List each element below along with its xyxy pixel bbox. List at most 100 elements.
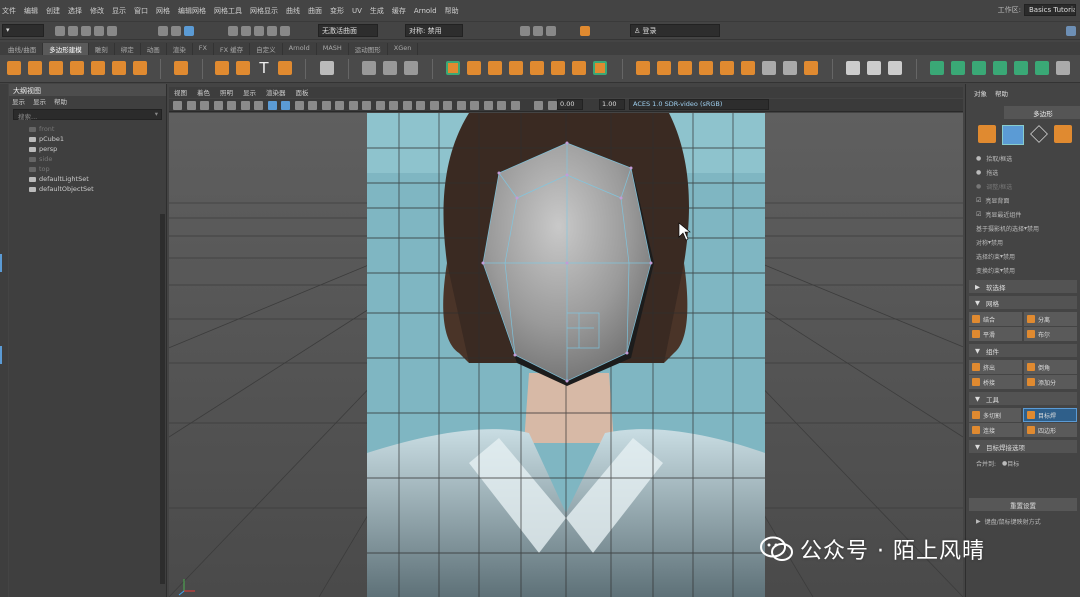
edge-mode-icon[interactable]: [1030, 125, 1048, 143]
wedge-icon[interactable]: [846, 61, 860, 75]
text-icon[interactable]: T: [257, 61, 271, 76]
viewport-tool-icon[interactable]: [348, 101, 358, 110]
mesh-section[interactable]: ▼ 网格: [969, 296, 1077, 309]
viewport-tool-icon[interactable]: [200, 101, 209, 110]
sculpt-icon[interactable]: [362, 61, 376, 75]
face-mode-icon[interactable]: [1054, 125, 1072, 143]
viewport-tool-icon[interactable]: [547, 101, 557, 110]
uv-layout-icon[interactable]: [1056, 61, 1070, 75]
viewport-menu-item[interactable]: 渲染器: [266, 87, 286, 98]
gamma-field[interactable]: 1.00: [599, 99, 625, 110]
mesh-table-icon[interactable]: [320, 61, 334, 75]
outliner-search-input[interactable]: 搜索... ▾: [13, 109, 162, 121]
extrude-icon[interactable]: [636, 61, 650, 75]
multi-cut-button[interactable]: 多切割: [969, 408, 1021, 422]
viewport-tool-icon[interactable]: [375, 101, 385, 110]
uv-cylindrical-icon[interactable]: [951, 61, 965, 75]
slide-edge-icon[interactable]: [783, 61, 797, 75]
viewport-tool-icon[interactable]: [186, 101, 196, 110]
outliner-item[interactable]: front: [9, 124, 166, 134]
bridge-button[interactable]: 桥接: [969, 375, 1022, 389]
option-drag[interactable]: ● 拖选: [966, 165, 1080, 179]
torus-icon[interactable]: [91, 61, 105, 75]
viewport-tool-icon[interactable]: [173, 101, 182, 110]
viewport-tool-icon[interactable]: [456, 101, 466, 110]
hotkeys-section[interactable]: ▶ 键盘/鼠标键映射方式: [966, 514, 1080, 528]
uv-planar-icon[interactable]: [930, 61, 944, 75]
outliner-menu-show[interactable]: 显示: [33, 96, 46, 107]
outliner-item[interactable]: pCube1: [9, 134, 166, 144]
arnold-render-icon[interactable]: [580, 26, 590, 36]
menu-item[interactable]: UV: [352, 7, 362, 15]
snap-live-icon[interactable]: [280, 26, 290, 36]
new-scene-icon[interactable]: [55, 26, 65, 36]
check-backface[interactable]: ☑ 亮显背面: [966, 193, 1080, 207]
svg-icon[interactable]: [278, 61, 292, 75]
workspace-selector[interactable]: 工作区: Basics Tutorial*: [998, 4, 1076, 16]
check-nearest[interactable]: ☑ 亮显最近组件: [966, 207, 1080, 221]
component-section[interactable]: ▼ 组件: [969, 344, 1077, 357]
viewport-tool-icon[interactable]: [362, 101, 371, 110]
toolkit-menu-help[interactable]: 帮助: [995, 88, 1008, 98]
uv-spherical-icon[interactable]: [972, 61, 986, 75]
super-shape-icon[interactable]: [215, 61, 229, 75]
sphere-icon[interactable]: [7, 61, 21, 75]
redo-icon[interactable]: [107, 26, 117, 36]
menu-item[interactable]: 缓存: [392, 6, 406, 16]
outliner-scrollbar[interactable]: [160, 214, 165, 584]
constraint-row[interactable]: 对称 ▾ 禁用: [966, 235, 1080, 249]
menu-item[interactable]: Arnold: [414, 7, 437, 15]
uv-auto-icon[interactable]: [993, 61, 1007, 75]
menu-item[interactable]: 网格显示: [250, 6, 278, 16]
color-management-dropdown[interactable]: ACES 1.0 SDR-video (sRGB): [629, 99, 769, 110]
open-scene-icon[interactable]: [68, 26, 78, 36]
menu-item[interactable]: 选择: [68, 6, 82, 16]
menu-item[interactable]: 编辑: [24, 6, 38, 16]
viewport-tool-icon[interactable]: [254, 101, 263, 110]
target-weld-button[interactable]: 目标焊: [1023, 408, 1077, 422]
relax-icon[interactable]: [383, 61, 397, 75]
uv-camera-icon[interactable]: [1014, 61, 1028, 75]
viewport-tool-icon[interactable]: [294, 101, 304, 110]
tools-section[interactable]: ▼ 工具: [969, 392, 1077, 405]
viewport-menu-item[interactable]: 照明: [220, 87, 233, 98]
outliner-item[interactable]: persp: [9, 144, 166, 154]
shelf-tab[interactable]: FX: [193, 43, 214, 55]
menu-item[interactable]: 帮助: [445, 6, 459, 16]
viewport-menu-item[interactable]: 着色: [197, 87, 210, 98]
target-weld-options-section[interactable]: ▼ 目标焊接选项: [969, 440, 1077, 453]
shelf-tab[interactable]: 多边形建模: [43, 43, 89, 55]
viewport-tool-icon[interactable]: [267, 101, 277, 110]
bridge-icon[interactable]: [551, 61, 565, 75]
outliner-item[interactable]: top: [9, 164, 166, 174]
circularize-icon[interactable]: [762, 61, 776, 75]
viewport-tool-icon[interactable]: [281, 101, 290, 110]
option-pick-marquee[interactable]: ● 拾取/框选: [966, 151, 1080, 165]
viewport-tool-icon[interactable]: [483, 101, 493, 110]
viewport-tool-icon[interactable]: [470, 101, 479, 110]
chevron-down-icon[interactable]: ▾: [155, 110, 158, 118]
outliner-menu-display[interactable]: 显示: [12, 96, 25, 107]
vertex-mode-icon[interactable]: [1002, 125, 1024, 145]
menu-item[interactable]: 网格工具: [214, 6, 242, 16]
object-mode-icon[interactable]: [978, 125, 996, 143]
select-hierarchy-icon[interactable]: [158, 26, 168, 36]
viewport-tool-icon[interactable]: [308, 101, 317, 110]
viewport-menu-item[interactable]: 显示: [243, 87, 256, 98]
outliner-item[interactable]: side: [9, 154, 166, 164]
option-tweak-marquee[interactable]: ● 调整/框选: [966, 179, 1080, 193]
bevel-button[interactable]: 倒角: [1024, 360, 1077, 374]
viewport-tool-icon[interactable]: [429, 101, 439, 110]
exposure-field[interactable]: 0.00: [557, 99, 583, 110]
constraint-row[interactable]: 基于摄影机的选择 ▾ 禁用: [966, 221, 1080, 235]
menu-item[interactable]: 曲面: [308, 6, 322, 16]
ipr-render-icon[interactable]: [533, 26, 543, 36]
shelf-tab[interactable]: FX 缓存: [214, 43, 251, 55]
menu-item[interactable]: 网格: [156, 6, 170, 16]
shelf-tab[interactable]: MASH: [317, 43, 349, 55]
extrude-button[interactable]: 挤出: [969, 360, 1022, 374]
outliner-item[interactable]: defaultLightSet: [9, 174, 166, 184]
uv-editor-icon[interactable]: [1035, 61, 1049, 75]
sweep-icon[interactable]: [236, 61, 250, 75]
select-component-icon[interactable]: [184, 26, 194, 36]
